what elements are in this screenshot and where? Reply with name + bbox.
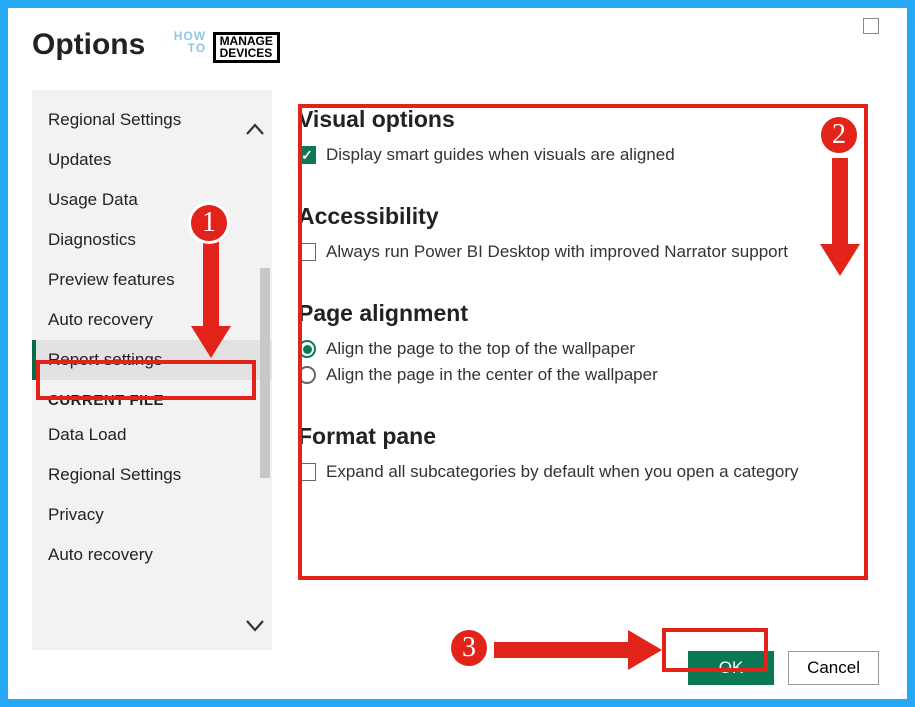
option-narrator[interactable]: Always run Power BI Desktop with improve… (298, 242, 857, 262)
checkbox-icon[interactable]: ✓ (298, 146, 316, 164)
section-format-pane: Format pane (298, 423, 857, 450)
callout-1: 1 (188, 202, 230, 244)
content-area: Regional Settings Updates Usage Data Dia… (32, 90, 883, 650)
scrollbar-track[interactable] (260, 148, 270, 605)
checkbox-icon[interactable] (298, 243, 316, 261)
chevron-up-icon[interactable] (246, 118, 264, 141)
option-label: Align the page to the top of the wallpap… (326, 339, 635, 359)
option-expand-subcategories[interactable]: Expand all subcategories by default when… (298, 462, 857, 482)
section-accessibility: Accessibility (298, 203, 857, 230)
option-smart-guides[interactable]: ✓ Display smart guides when visuals are … (298, 145, 857, 165)
footer-buttons: OK Cancel (688, 651, 879, 685)
options-dialog: Options HOWTO MANAGEDEVICES Regional Set… (8, 8, 907, 699)
main-pane: Visual options ✓ Display smart guides wh… (272, 90, 883, 650)
sidebar-item-updates[interactable]: Updates (32, 140, 272, 180)
ok-button[interactable]: OK (688, 651, 774, 685)
logo-badge: HOWTO MANAGEDEVICES (174, 30, 280, 63)
option-label: Always run Power BI Desktop with improve… (326, 242, 788, 262)
radio-icon[interactable] (298, 340, 316, 358)
sidebar: Regional Settings Updates Usage Data Dia… (32, 90, 272, 650)
arrow-down-icon (191, 240, 231, 365)
sidebar-item-regional-settings[interactable]: Regional Settings (32, 100, 272, 140)
option-align-center[interactable]: Align the page in the center of the wall… (298, 365, 857, 385)
section-header-current-file: CURRENT FILE (32, 380, 272, 415)
callout-3: 3 (448, 627, 490, 669)
logo-manage-devices: MANAGEDEVICES (213, 32, 280, 63)
sidebar-item-privacy[interactable]: Privacy (32, 495, 272, 535)
arrow-right-icon (494, 630, 664, 675)
arrow-down-icon (820, 158, 860, 283)
radio-icon[interactable] (298, 366, 316, 384)
close-icon[interactable] (863, 18, 879, 34)
option-label: Align the page in the center of the wall… (326, 365, 658, 385)
dialog-title: Options (32, 28, 145, 62)
sidebar-item-preview-features[interactable]: Preview features (32, 260, 272, 300)
logo-how-to: HOWTO (174, 30, 206, 54)
cancel-button[interactable]: Cancel (788, 651, 879, 685)
section-page-alignment: Page alignment (298, 300, 857, 327)
sidebar-item-auto-recovery[interactable]: Auto recovery (32, 300, 272, 340)
chevron-down-icon[interactable] (246, 615, 264, 638)
sidebar-item-auto-recovery-2[interactable]: Auto recovery (32, 535, 272, 575)
sidebar-item-data-load[interactable]: Data Load (32, 415, 272, 455)
option-align-top[interactable]: Align the page to the top of the wallpap… (298, 339, 857, 359)
scrollbar-thumb[interactable] (260, 268, 270, 478)
checkbox-icon[interactable] (298, 463, 316, 481)
section-visual-options: Visual options (298, 106, 857, 133)
sidebar-item-regional-settings-2[interactable]: Regional Settings (32, 455, 272, 495)
option-label: Expand all subcategories by default when… (326, 462, 799, 482)
callout-2: 2 (818, 114, 860, 156)
sidebar-item-usage-data[interactable]: Usage Data (32, 180, 272, 220)
sidebar-item-diagnostics[interactable]: Diagnostics (32, 220, 272, 260)
sidebar-item-report-settings[interactable]: Report settings (32, 340, 272, 380)
option-label: Display smart guides when visuals are al… (326, 145, 675, 165)
